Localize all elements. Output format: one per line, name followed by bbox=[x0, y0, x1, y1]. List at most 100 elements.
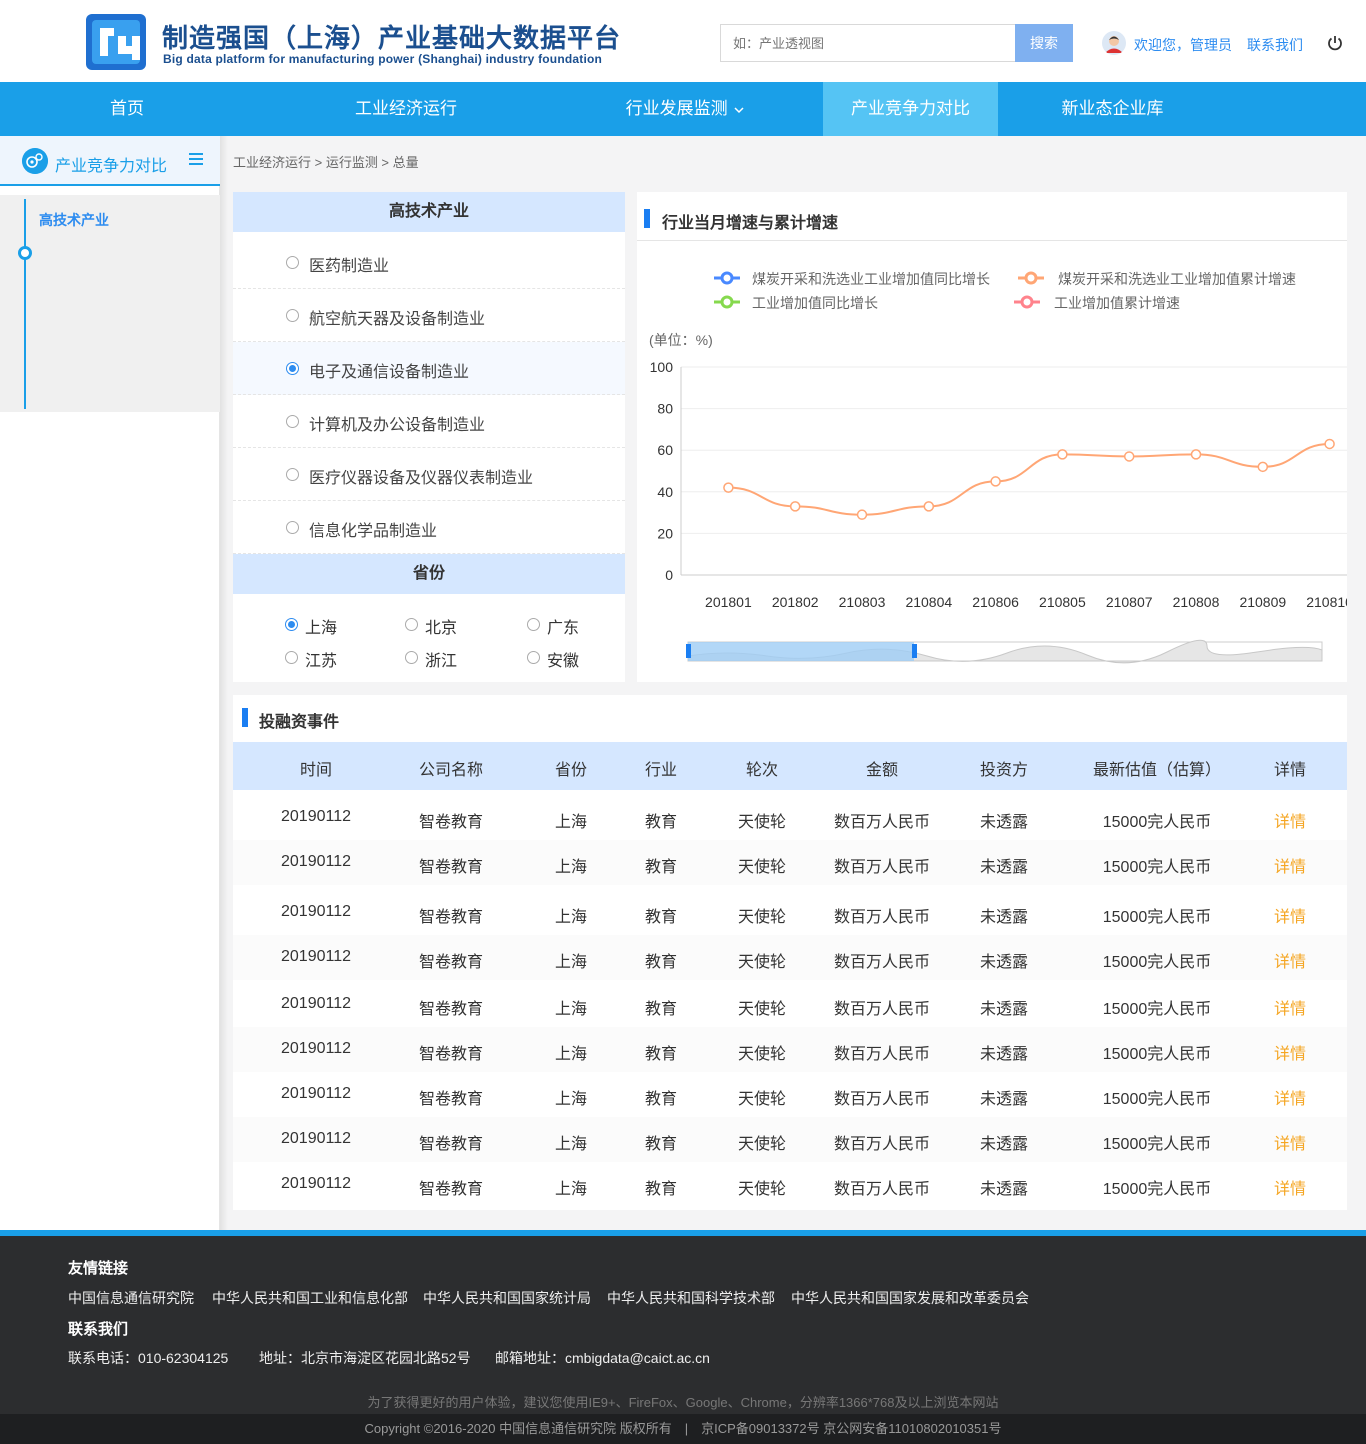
detail-link[interactable]: 详情 bbox=[1274, 995, 1306, 1019]
province-option[interactable]: 北京 bbox=[405, 614, 515, 637]
legend-label[interactable]: 煤炭开采和洗选业工业增加值同比增长 bbox=[752, 269, 990, 289]
table-title: 投融资事件 bbox=[259, 714, 340, 731]
province-option-label: 浙江 bbox=[425, 653, 458, 670]
table-column-header: 时间 bbox=[299, 762, 333, 779]
industry-option[interactable]: 医疗仪器设备及仪器仪表制造业 bbox=[233, 448, 625, 501]
nav-economy[interactable]: 工业经济运行 bbox=[336, 82, 476, 136]
detail-link[interactable]: 详情 bbox=[1274, 1175, 1306, 1199]
detail-link[interactable]: 详情 bbox=[1274, 808, 1306, 832]
nav-enterprise-db[interactable]: 新业态企业库 bbox=[1045, 82, 1180, 136]
legend-marker[interactable] bbox=[714, 270, 740, 286]
contact-link[interactable]: 联系我们 bbox=[1247, 35, 1303, 55]
footer-link-most[interactable]: 中华人民共和国科学技术部 bbox=[607, 1288, 775, 1308]
data-point[interactable] bbox=[856, 509, 868, 520]
zoom-slider-handle[interactable] bbox=[912, 644, 917, 658]
footer-link-miit[interactable]: 中华人民共和国工业和信息化部 bbox=[212, 1288, 408, 1308]
table-cell: 教育 bbox=[644, 1046, 678, 1063]
detail-link[interactable]: 详情 bbox=[1274, 853, 1306, 877]
header: 制造强国（上海）产业基础大数据平台 Big data platform for … bbox=[0, 0, 1366, 82]
nav-home[interactable]: 首页 bbox=[62, 82, 192, 136]
data-point[interactable] bbox=[723, 482, 734, 493]
y-tick-label: 0 bbox=[665, 567, 673, 583]
industry-option[interactable]: 航空航天器及设备制造业 bbox=[233, 289, 625, 342]
province-option[interactable]: 广东 bbox=[527, 614, 637, 637]
table-cell: 20190112 bbox=[281, 948, 351, 965]
data-point[interactable] bbox=[1123, 451, 1135, 462]
legend-label[interactable]: 煤炭开采和洗选业工业增加值累计增速 bbox=[1058, 269, 1296, 289]
table-cell: 未透露 bbox=[979, 954, 1029, 971]
footer-link-caict[interactable]: 中国信息通信研究院 bbox=[68, 1288, 194, 1308]
table-title-bar bbox=[242, 708, 248, 727]
radio-button[interactable] bbox=[286, 521, 299, 534]
avatar[interactable] bbox=[1102, 31, 1126, 55]
footer-link-stats[interactable]: 中华人民共和国国家统计局 bbox=[423, 1288, 591, 1308]
radio-button[interactable] bbox=[286, 309, 299, 322]
table-cell: 20190112 bbox=[281, 1085, 351, 1102]
radio-button[interactable] bbox=[405, 651, 418, 664]
data-point[interactable] bbox=[1057, 449, 1068, 460]
data-point[interactable] bbox=[923, 501, 935, 512]
table-cell: 15000完人民币 bbox=[1102, 954, 1212, 971]
province-option[interactable]: 浙江 bbox=[405, 647, 515, 670]
y-tick-label: 80 bbox=[657, 401, 673, 417]
detail-link[interactable]: 详情 bbox=[1274, 903, 1306, 927]
radio-button[interactable] bbox=[286, 468, 299, 481]
menu-icon[interactable] bbox=[189, 152, 203, 166]
radio-button[interactable] bbox=[527, 651, 540, 664]
radio-button[interactable] bbox=[286, 415, 299, 428]
footer-contact-title: 联系我们 bbox=[68, 1321, 129, 1338]
table-cell: 数百万人民币 bbox=[833, 1046, 931, 1063]
radio-button[interactable] bbox=[527, 618, 540, 631]
industry-option[interactable]: 电子及通信设备制造业 bbox=[233, 342, 625, 395]
data-point[interactable] bbox=[1257, 461, 1269, 473]
table-cell: 天使轮 bbox=[737, 1181, 787, 1198]
data-point[interactable] bbox=[990, 476, 1001, 487]
industry-option[interactable]: 医药制造业 bbox=[233, 236, 625, 289]
table-cell: 天使轮 bbox=[737, 1046, 787, 1063]
y-tick-label: 60 bbox=[657, 442, 673, 458]
x-tick-label: 210806 bbox=[972, 594, 1019, 610]
table-cell: 数百万人民币 bbox=[833, 859, 931, 876]
search-input[interactable] bbox=[720, 24, 1016, 62]
table-cell: 未透露 bbox=[979, 909, 1029, 926]
nav-monitor[interactable]: 行业发展监测 bbox=[620, 82, 750, 136]
power-icon[interactable] bbox=[1326, 34, 1344, 52]
x-tick-label: 210808 bbox=[1173, 594, 1220, 610]
logo-icon bbox=[86, 14, 146, 70]
detail-link[interactable]: 详情 bbox=[1274, 948, 1306, 972]
nav-competitiveness[interactable]: 产业竞争力对比 bbox=[823, 82, 998, 136]
data-point[interactable] bbox=[1324, 438, 1335, 450]
industry-option[interactable]: 计算机及办公设备制造业 bbox=[233, 395, 625, 448]
zoom-slider-handle[interactable] bbox=[686, 644, 691, 658]
legend-marker[interactable] bbox=[1014, 294, 1040, 310]
sidebar-item-hightech[interactable]: 高技术产业 bbox=[39, 210, 109, 230]
province-option[interactable]: 江苏 bbox=[285, 647, 395, 670]
detail-link[interactable]: 详情 bbox=[1274, 1130, 1306, 1154]
legend-label[interactable]: 工业增加值累计增速 bbox=[1054, 293, 1180, 313]
radio-button[interactable] bbox=[405, 618, 418, 631]
zoom-slider-window[interactable] bbox=[688, 642, 914, 661]
detail-link[interactable]: 详情 bbox=[1274, 1085, 1306, 1109]
legend-marker[interactable] bbox=[714, 294, 740, 310]
radio-button[interactable] bbox=[286, 362, 299, 375]
sidebar-timeline bbox=[24, 199, 26, 409]
legend-marker[interactable] bbox=[1018, 270, 1044, 286]
legend-label[interactable]: 工业增加值同比增长 bbox=[752, 293, 878, 313]
data-point[interactable] bbox=[1190, 449, 1202, 460]
detail-link[interactable]: 详情 bbox=[1274, 1040, 1306, 1064]
province-option[interactable]: 安徽 bbox=[527, 647, 637, 670]
table-row: 20190112 智卷教育 上海 教育 天使轮 数百万人民币 未透露 15000完人民币 详情 bbox=[233, 1162, 1347, 1207]
radio-button[interactable] bbox=[285, 651, 298, 664]
industry-option[interactable]: 信息化学品制造业 bbox=[233, 501, 625, 554]
radio-button[interactable] bbox=[286, 256, 299, 269]
province-option[interactable]: 上海 bbox=[285, 614, 395, 637]
table-cell: 未透露 bbox=[979, 1136, 1029, 1153]
table-cell: 20190112 bbox=[281, 1175, 351, 1192]
table-cell: 未透露 bbox=[979, 1001, 1029, 1018]
data-point[interactable] bbox=[789, 501, 801, 512]
search-button[interactable]: 搜索 bbox=[1015, 24, 1073, 62]
province-option-label: 北京 bbox=[425, 620, 458, 637]
radio-button[interactable] bbox=[285, 618, 298, 631]
table-cell: 未透露 bbox=[979, 1091, 1029, 1108]
footer-link-ndrc[interactable]: 中华人民共和国国家发展和改革委员会 bbox=[791, 1288, 1029, 1308]
